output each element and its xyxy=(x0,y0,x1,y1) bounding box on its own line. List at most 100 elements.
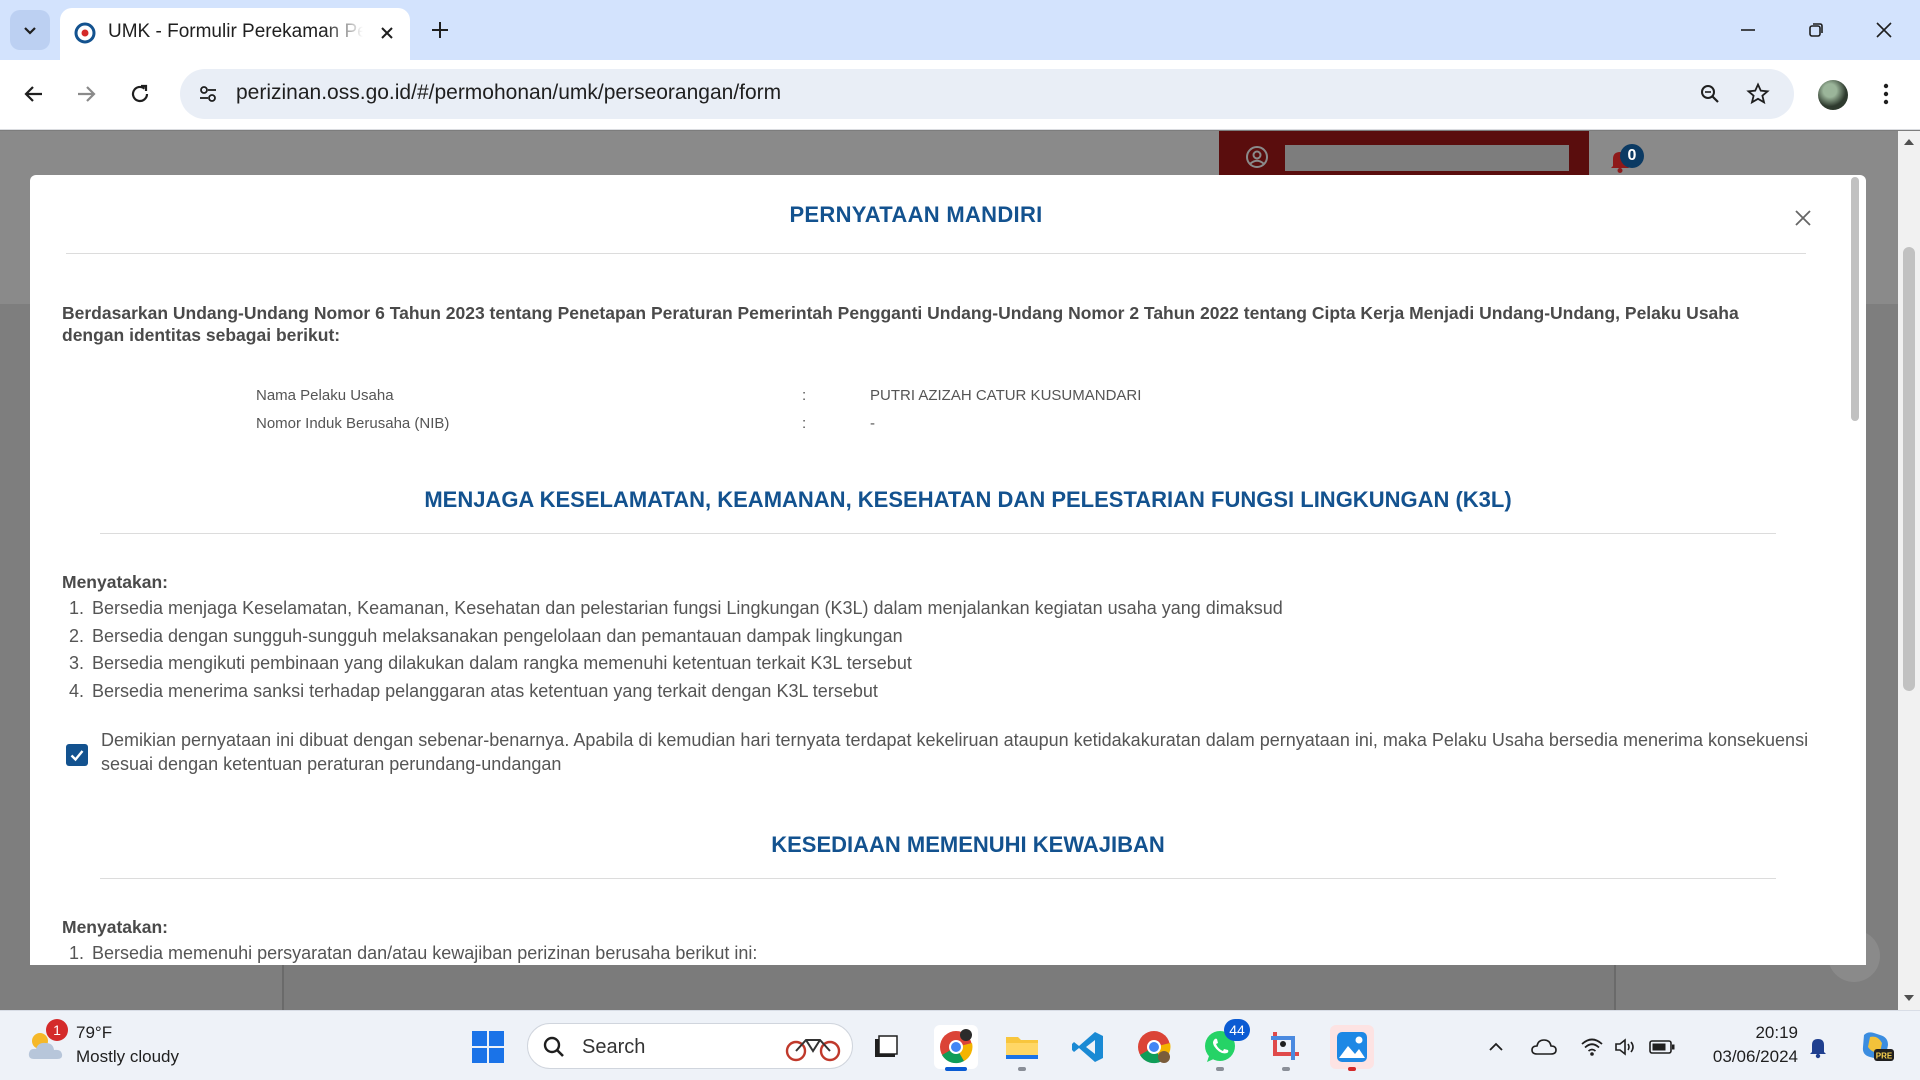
copilot-button[interactable]: PRE xyxy=(1856,1028,1896,1064)
browser-tab-active[interactable]: UMK - Formulir Perekaman Pelaku Usaha xyxy=(60,8,410,60)
notification-center-button[interactable] xyxy=(1804,1033,1832,1061)
photos-icon xyxy=(1337,1032,1367,1062)
identity-label-name: Nama Pelaku Usaha xyxy=(256,387,394,404)
windows-taskbar: 1 79°F Mostly cloudy Search 44 20:19 03/… xyxy=(0,1010,1920,1080)
taskbar-file-explorer[interactable] xyxy=(1000,1025,1044,1071)
modal-scrollbar[interactable] xyxy=(1848,177,1862,965)
scroll-down-arrow-icon[interactable] xyxy=(1903,993,1915,1003)
section-k3l-statement-label: Menyatakan: xyxy=(62,572,169,592)
user-circle-icon xyxy=(1246,146,1268,168)
arrow-right-icon xyxy=(78,86,96,102)
show-hidden-icons-button[interactable] xyxy=(1482,1033,1510,1061)
star-icon xyxy=(1746,82,1770,105)
browser-menu-button[interactable] xyxy=(1870,76,1902,112)
declaration-text[interactable]: Demikian pernyataan ini dibuat dengan se… xyxy=(101,728,1829,776)
search-icon xyxy=(543,1036,564,1057)
taskbar-search[interactable]: Search xyxy=(527,1023,853,1069)
windows-logo-icon xyxy=(472,1031,504,1063)
section-obligation-title: KESEDIAAN MEMENUHI KEWAJIBAN xyxy=(771,832,1165,857)
taskbar-chrome-second-profile[interactable] xyxy=(1132,1025,1176,1069)
more-vert-icon xyxy=(1883,83,1889,105)
clock-date: 03/06/2024 xyxy=(1712,1047,1798,1066)
bicycle-icon xyxy=(785,1039,841,1062)
weather-description: Mostly cloudy xyxy=(76,1047,179,1066)
bookmark-button[interactable] xyxy=(1742,78,1774,110)
url-text[interactable]: perizinan.oss.go.id/#/permohonan/umk/per… xyxy=(236,81,781,105)
list-item: 2. Bersedia dengan sungguh-sungguh melaks… xyxy=(68,625,903,646)
active-window-indicator xyxy=(945,1067,967,1071)
modal-scroll-thumb[interactable] xyxy=(1851,177,1859,421)
volume-icon xyxy=(1615,1038,1634,1056)
browser-tab-bar: UMK - Formulir Perekaman Pelaku Usaha xyxy=(0,0,1920,60)
user-menu[interactable] xyxy=(1219,131,1589,175)
close-window-button[interactable] xyxy=(1850,0,1918,60)
close-icon xyxy=(1876,22,1892,38)
modal-close-button[interactable] xyxy=(1788,203,1818,233)
section-k3l-divider xyxy=(100,533,1776,534)
address-bar[interactable]: perizinan.oss.go.id/#/permohonan/umk/per… xyxy=(180,69,1794,119)
window-indicator xyxy=(1348,1067,1356,1071)
identity-value-nib: - xyxy=(870,415,875,432)
reload-button[interactable] xyxy=(120,74,160,114)
battery-tray-button[interactable] xyxy=(1648,1033,1676,1061)
chrome-icon xyxy=(940,1029,973,1064)
modal-header-divider xyxy=(66,253,1806,254)
site-settings-button[interactable] xyxy=(192,78,224,110)
page-scroll-thumb[interactable] xyxy=(1903,247,1915,691)
vscode-icon xyxy=(1072,1032,1103,1062)
copilot-icon: PRE xyxy=(1862,1032,1894,1061)
window-indicator xyxy=(1018,1067,1026,1071)
cloud-icon xyxy=(1531,1039,1557,1055)
list-item: 4. Bersedia menerima sanksi terhadap pela… xyxy=(68,680,878,701)
zoom-button[interactable] xyxy=(1694,78,1726,110)
clock-time: 20:19 xyxy=(1755,1023,1798,1042)
snipping-tool-icon xyxy=(1271,1032,1299,1060)
identity-label-nib: Nomor Induk Berusaha (NIB) xyxy=(256,415,450,432)
taskbar-vscode[interactable] xyxy=(1066,1025,1110,1069)
taskbar-snipping-tool[interactable] xyxy=(1264,1025,1308,1071)
page-scrollbar[interactable] xyxy=(1898,131,1920,1010)
svg-text:PRE: PRE xyxy=(1876,1052,1893,1061)
arrow-left-icon xyxy=(24,86,42,102)
section-k3l-list: 1. Bersedia menjaga Keselamatan, Keamanan… xyxy=(62,595,1283,705)
taskbar-chrome-active[interactable] xyxy=(934,1025,978,1071)
taskbar-whatsapp[interactable]: 44 xyxy=(1198,1019,1250,1071)
weather-temperature: 79°F xyxy=(76,1023,113,1042)
wifi-tray-button[interactable] xyxy=(1578,1033,1606,1061)
profile-avatar[interactable] xyxy=(1818,80,1848,110)
minimize-icon xyxy=(1741,29,1755,31)
weather-alert-badge: 1 xyxy=(46,1019,68,1041)
search-placeholder: Search xyxy=(582,1036,646,1058)
identity-colon: : xyxy=(802,387,807,404)
list-item: 3. Bersedia mengikuti pembinaan yang dila… xyxy=(68,653,912,673)
zoom-icon xyxy=(1701,85,1719,103)
taskbar-photos[interactable] xyxy=(1330,1025,1374,1071)
task-view-icon xyxy=(875,1035,898,1057)
oss-favicon-icon xyxy=(74,22,96,44)
close-icon xyxy=(1795,210,1811,226)
self-declaration-modal: PERNYATAAN MANDIRI Berdasarkan Undang-Un… xyxy=(30,175,1866,965)
tab-close-button[interactable] xyxy=(372,18,402,48)
section-k3l-title: MENJAGA KESELAMATAN, KEAMANAN, KESEHATAN… xyxy=(424,487,1512,512)
new-tab-button[interactable] xyxy=(422,12,458,48)
window-indicator xyxy=(1216,1067,1224,1071)
task-view-button[interactable] xyxy=(864,1025,908,1069)
list-item: 1. Bersedia menjaga Keselamatan, Keamanan… xyxy=(68,598,1283,618)
tab-search-button[interactable] xyxy=(10,10,50,50)
forward-button[interactable] xyxy=(66,74,106,114)
volume-tray-button[interactable] xyxy=(1612,1033,1640,1061)
back-button[interactable] xyxy=(14,74,54,114)
minimize-button[interactable] xyxy=(1714,0,1782,60)
restore-button[interactable] xyxy=(1782,0,1850,60)
whatsapp-unread-badge: 44 xyxy=(1224,1019,1250,1041)
window-indicator xyxy=(1282,1067,1290,1071)
wifi-icon xyxy=(1581,1038,1603,1056)
chevron-up-icon xyxy=(1489,1042,1503,1051)
onedrive-tray-button[interactable] xyxy=(1530,1033,1558,1061)
user-name-redacted xyxy=(1285,145,1569,171)
start-button[interactable] xyxy=(466,1025,510,1069)
declaration-checkbox[interactable] xyxy=(66,744,88,766)
tune-icon xyxy=(200,86,216,102)
browser-toolbar: perizinan.oss.go.id/#/permohonan/umk/per… xyxy=(0,60,1920,130)
scroll-up-arrow-icon[interactable] xyxy=(1903,137,1915,147)
